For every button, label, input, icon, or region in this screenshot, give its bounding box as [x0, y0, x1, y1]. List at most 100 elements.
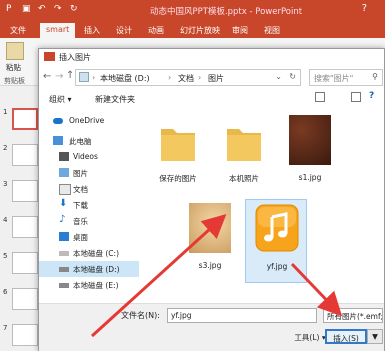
slide-thumbnail-pane[interactable]: 1 2 3 4 5 6 7 [0, 86, 40, 351]
breadcrumb-sep: › [168, 73, 172, 82]
undo-icon[interactable]: ↶ [38, 4, 46, 14]
image-thumbnail [189, 203, 231, 253]
up-arrow-icon[interactable]: ↑ [66, 70, 74, 81]
help-icon[interactable]: ? [369, 91, 374, 101]
paste-icon[interactable] [6, 42, 24, 60]
tab-review[interactable]: 审阅 [232, 25, 248, 36]
file-item-yf-selected[interactable]: yf.jpg [245, 199, 307, 283]
nav-downloads[interactable]: ⬇ 下载 [39, 197, 139, 213]
slide-thumb[interactable] [12, 252, 38, 274]
slide-thumb[interactable] [12, 216, 38, 238]
music-note-icon [255, 204, 299, 252]
slide-number: 6 [3, 288, 8, 296]
tab-slideshow[interactable]: 幻灯片放映 [180, 25, 220, 36]
help-icon[interactable]: ? [362, 3, 367, 14]
chevron-down-icon[interactable]: ⌄ [275, 72, 282, 81]
tools-button[interactable]: 工具(L) ▾ [291, 330, 329, 345]
redo-icon[interactable]: ↷ [54, 4, 62, 14]
slide-number: 5 [3, 252, 8, 260]
nav-drive-d[interactable]: 本地磁盘 (D:) [39, 261, 139, 277]
folder-icon [227, 129, 261, 161]
tab-smart[interactable]: smart [40, 23, 76, 38]
file-list[interactable]: 保存的图片 本机照片 s1.jpg s3.jpg yf.jpg [147, 109, 383, 301]
computer-icon [53, 136, 63, 145]
tab-view[interactable]: 视图 [264, 25, 280, 36]
tab-animation[interactable]: 动画 [148, 25, 164, 36]
search-input[interactable]: 搜索"图片" ⚲ [309, 69, 383, 86]
nav-label: 本地磁盘 (C:) [73, 249, 119, 258]
drive-icon [59, 283, 69, 288]
address-bar[interactable]: › 本地磁盘 (D:) › 文档 › 图片 ⌄ ↻ [75, 69, 301, 86]
drive-icon [59, 251, 69, 256]
new-folder-button[interactable]: 新建文件夹 [95, 94, 135, 105]
file-item-s1[interactable]: s1.jpg [279, 111, 341, 195]
refresh-icon[interactable]: ↻ [70, 4, 78, 14]
file-name: 保存的图片 [159, 174, 197, 183]
file-name: s1.jpg [298, 173, 322, 182]
view-options-icon[interactable] [315, 92, 325, 102]
app-titlebar: P ▣ ↶ ↷ ↻ 动态中国风PPT模板.pptx - PowerPoint ? [0, 0, 385, 22]
filetype-select[interactable]: 所有图片(*.emf;* [323, 308, 383, 323]
slide-thumb[interactable] [12, 108, 38, 130]
nav-label: 图片 [73, 169, 88, 178]
nav-label: 音乐 [73, 217, 88, 226]
filename-input[interactable]: yf.jpg [167, 308, 317, 323]
back-arrow-icon[interactable]: ← [43, 71, 51, 82]
file-name: yf.jpg [266, 262, 288, 271]
nav-drive-c[interactable]: 本地磁盘 (C:) [39, 245, 139, 261]
insert-button[interactable]: 插入(S) [325, 329, 367, 344]
slide-thumb[interactable] [12, 144, 38, 166]
refresh-icon[interactable]: ↻ [289, 72, 296, 81]
slide-number: 1 [3, 108, 8, 116]
organize-button[interactable]: 组织 ▾ [49, 94, 72, 105]
image-thumbnail [289, 115, 331, 165]
tab-insert[interactable]: 插入 [84, 25, 100, 36]
folder-icon [161, 129, 195, 161]
file-item-s3[interactable]: s3.jpg [179, 199, 241, 283]
search-icon[interactable]: ⚲ [372, 72, 378, 81]
forward-arrow-icon[interactable]: → [55, 71, 63, 82]
slide-number: 3 [3, 180, 8, 188]
breadcrumb-documents[interactable]: 文档 [178, 73, 194, 84]
nav-label: 此电脑 [69, 137, 92, 146]
nav-documents[interactable]: 文档 [39, 181, 139, 197]
preview-pane-icon[interactable] [351, 92, 361, 102]
window-title: 动态中国风PPT模板.pptx - PowerPoint [150, 7, 303, 17]
nav-this-pc[interactable]: 此电脑 [39, 133, 139, 149]
nav-label: 文档 [73, 185, 88, 194]
navigation-pane[interactable]: OneDrive 此电脑 Videos 图片 文档 ⬇ 下载 ♪ 音乐 桌面 本… [39, 111, 139, 301]
breadcrumb-pictures[interactable]: 图片 [208, 73, 224, 84]
tools-label: 工具(L) [294, 333, 320, 342]
slide-thumb[interactable] [12, 324, 38, 346]
dialog-toolbar: 组织 ▾ 新建文件夹 ? [39, 89, 384, 109]
music-note-icon: ♪ [59, 214, 66, 225]
slide-number: 7 [3, 324, 8, 332]
nav-videos[interactable]: Videos [39, 149, 139, 165]
nav-label: 本地磁盘 (E:) [73, 281, 119, 290]
slide-thumb[interactable] [12, 180, 38, 202]
video-icon [59, 152, 69, 161]
insert-label: 插入(S) [333, 334, 359, 343]
nav-music[interactable]: ♪ 音乐 [39, 213, 139, 229]
file-item-saved-pictures[interactable]: 保存的图片 [147, 111, 209, 195]
nav-drive-e[interactable]: 本地磁盘 (E:) [39, 277, 139, 293]
breadcrumb-sep: › [92, 73, 96, 82]
drive-icon [59, 267, 69, 272]
insert-dropdown[interactable]: ▼ [367, 329, 383, 344]
filename-label: 文件名(N): [121, 311, 160, 320]
save-icon[interactable]: ▣ [22, 4, 31, 14]
paste-label[interactable]: 粘贴 [6, 62, 21, 73]
slide-number: 2 [3, 144, 8, 152]
slide-thumb[interactable] [12, 288, 38, 310]
nav-label: OneDrive [69, 116, 105, 125]
nav-pictures[interactable]: 图片 [39, 165, 139, 181]
breadcrumb-sep: › [198, 73, 202, 82]
nav-onedrive[interactable]: OneDrive [39, 113, 139, 129]
breadcrumb-drive-d[interactable]: 本地磁盘 (D:) [100, 73, 150, 84]
nav-desktop[interactable]: 桌面 [39, 229, 139, 245]
chevron-down-icon: ▼ [372, 332, 378, 341]
tab-design[interactable]: 设计 [116, 25, 132, 36]
cloud-icon [53, 118, 63, 124]
tab-file[interactable]: 文件 [0, 22, 36, 38]
file-item-camera-roll[interactable]: 本机照片 [213, 111, 275, 195]
